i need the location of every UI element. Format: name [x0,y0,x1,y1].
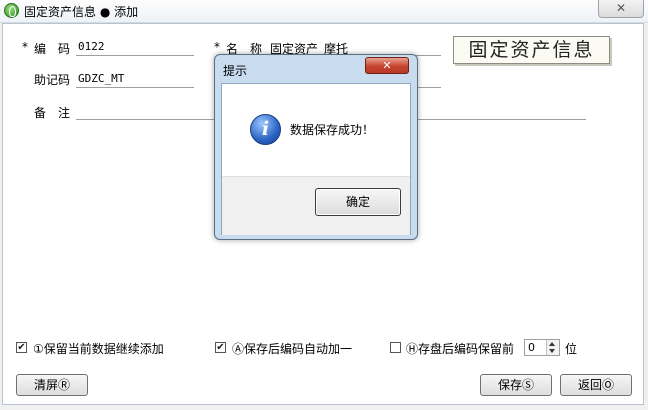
app-icon [4,3,19,18]
keep-prefix-label: Ⓗ存盘后编码保留前 [406,342,515,356]
info-icon: i [250,114,281,145]
remark-label: 备 注 [34,106,71,120]
mnemonic-label: 助记码 [34,73,71,87]
dialog-title: 提示 [223,64,248,78]
window-close-button[interactable]: ✕ [598,0,644,18]
back-button[interactable]: 返回Ⓞ [560,374,632,396]
auto-increment-checkbox[interactable]: ✔ [215,342,226,353]
dialog-ok-button[interactable]: 确定 [315,188,401,216]
code-field[interactable]: 0122 [78,40,105,53]
required-mark: * [22,40,28,54]
prefix-digits-stepper[interactable]: 0 [524,339,560,356]
keep-data-option[interactable]: ✔ ①保留当前数据继续添加 [16,340,206,356]
keep-data-label: ①保留当前数据继续添加 [33,342,164,356]
clear-button[interactable]: 清屏Ⓡ [16,374,88,396]
auto-increment-option[interactable]: ✔ Ⓐ保存后编码自动加一 [215,340,385,356]
code-underline [76,55,194,56]
stamp-text: 固定资产信息 [468,39,595,61]
dialog-message: 数据保存成功！ [290,123,375,137]
keep-prefix-option[interactable]: Ⓗ存盘后编码保留前 [390,340,524,356]
window-title: 固定资产信息 ● 添加 [24,5,139,19]
message-dialog: 提示 ✕ i 数据保存成功！ 确定 [214,54,418,240]
prefix-digits-value: 0 [528,341,535,354]
stepper-buttons[interactable] [546,340,559,355]
window-titlebar: 固定资产信息 ● 添加 ✕ [0,0,648,23]
code-label: 编 码 [34,42,71,56]
chevron-down-icon[interactable] [549,349,555,353]
auto-increment-label: Ⓐ保存后编码自动加一 [232,342,353,356]
required-mark: * [214,40,220,54]
prefix-unit-label: 位 [565,342,578,356]
dialog-close-button[interactable]: ✕ [365,57,409,74]
mnemonic-field[interactable]: GDZC_MT [78,72,124,85]
chevron-up-icon[interactable] [549,342,555,346]
keep-data-checkbox[interactable]: ✔ [16,342,27,353]
save-button[interactable]: 保存Ⓢ [480,374,552,396]
mnemonic-underline [76,87,194,88]
form-title-stamp: 固定资产信息 [453,36,610,64]
keep-prefix-checkbox[interactable] [390,342,401,353]
